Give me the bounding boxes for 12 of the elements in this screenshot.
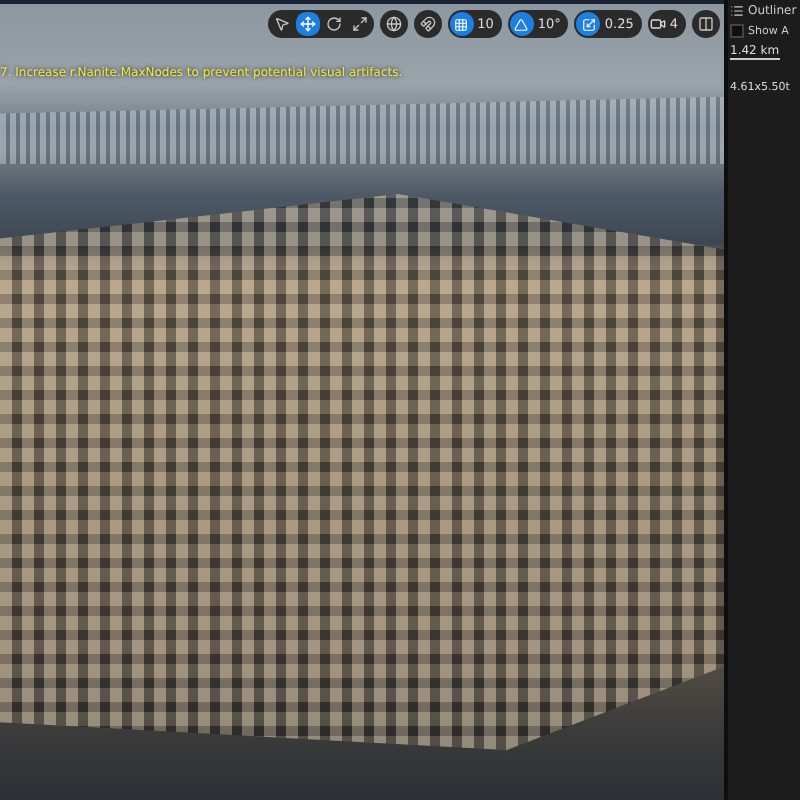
camera-icon: [649, 16, 666, 32]
magnet-icon: [419, 16, 436, 32]
layout-icon: [698, 16, 714, 32]
scale-tool-button[interactable]: [347, 12, 372, 36]
checkbox[interactable]: [730, 24, 744, 38]
list-icon: [730, 4, 744, 18]
globe-icon: [385, 16, 402, 32]
globe-button[interactable]: [379, 10, 408, 38]
translate-tool-button[interactable]: [295, 12, 320, 36]
layout-button[interactable]: [692, 10, 720, 38]
rotate-tool-button[interactable]: [321, 12, 346, 36]
magnet-button[interactable]: [413, 10, 442, 38]
